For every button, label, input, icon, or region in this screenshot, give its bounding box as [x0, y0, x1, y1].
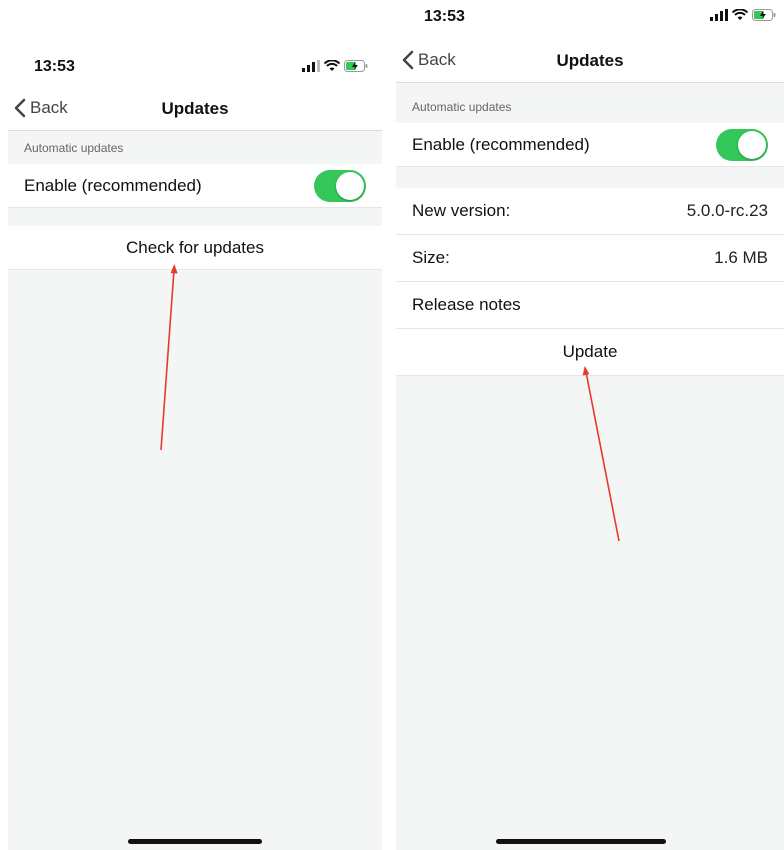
battery-charging-icon: [344, 60, 368, 72]
status-bar: 13:53: [8, 46, 382, 88]
home-indicator: [496, 839, 666, 844]
right-phone-screen: 13:53 Back Updates Automatic updates Ena…: [396, 0, 784, 850]
navigation-bar: Back Updates: [396, 38, 784, 83]
enable-label: Enable (recommended): [412, 134, 590, 154]
new-version-value: 5.0.0-rc.23: [686, 201, 768, 220]
enable-label: Enable (recommended): [24, 175, 202, 195]
home-indicator: [128, 839, 262, 844]
wifi-icon: [324, 60, 340, 71]
status-time: 13:53: [34, 58, 75, 75]
size-value: 1.6 MB: [714, 248, 768, 267]
enable-row: Enable (recommended): [396, 123, 784, 167]
status-icons: [302, 60, 368, 72]
new-version-label: New version:: [412, 201, 511, 220]
check-for-updates-button[interactable]: Check for updates: [8, 226, 382, 270]
battery-charging-icon: [752, 9, 776, 21]
enable-toggle[interactable]: [716, 128, 768, 161]
wifi-icon: [732, 9, 748, 20]
navigation-bar: Back Updates: [8, 86, 382, 131]
signal-bars-icon: [710, 9, 728, 21]
enable-toggle[interactable]: [314, 169, 366, 202]
toggle-knob: [738, 130, 766, 159]
check-for-updates-label: Check for updates: [126, 237, 264, 257]
toggle-knob: [336, 171, 364, 200]
info-row-size: Size: 1.6 MB: [396, 235, 784, 282]
size-label: Size:: [412, 248, 450, 267]
release-notes-label: Release notes: [412, 295, 521, 314]
section-header-automatic-updates: Automatic updates: [396, 91, 784, 123]
page-title: Updates: [556, 51, 624, 70]
update-button[interactable]: Update: [396, 329, 784, 376]
status-time: 13:53: [424, 8, 465, 25]
left-phone-screen: 13:53 Back Updates Automatic updates Ena…: [8, 46, 382, 850]
update-label: Update: [562, 342, 618, 361]
status-icons: [710, 9, 776, 21]
status-bar: 13:53: [396, 0, 784, 42]
release-notes-row[interactable]: Release notes: [396, 282, 784, 329]
section-header-automatic-updates: Automatic updates: [8, 132, 382, 164]
info-row-new-version: New version: 5.0.0-rc.23: [396, 188, 784, 235]
signal-bars-icon: [302, 60, 320, 72]
enable-row: Enable (recommended): [8, 164, 382, 208]
page-title: Updates: [161, 99, 229, 118]
